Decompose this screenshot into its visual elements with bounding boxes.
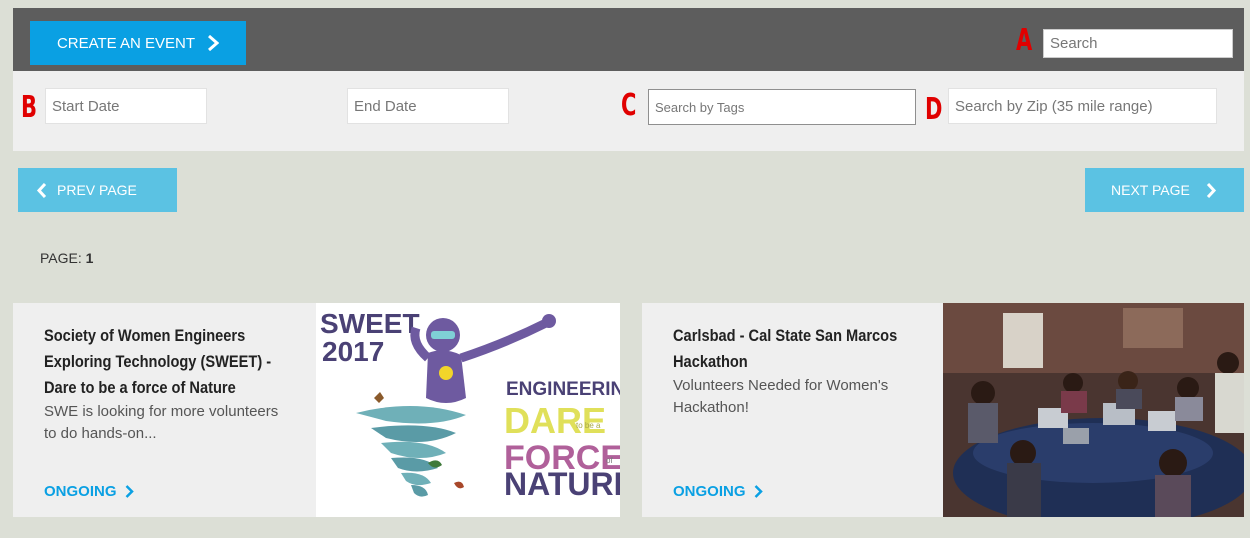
- poster-nature-text: NATURE: [504, 466, 620, 502]
- next-page-button[interactable]: NEXT PAGE: [1085, 168, 1244, 212]
- annotation-marker-b: B: [21, 90, 38, 125]
- chevron-right-icon: [754, 485, 763, 498]
- event-title[interactable]: Society of Women Engineers Exploring Tec…: [44, 323, 276, 401]
- chevron-right-icon: [1206, 182, 1216, 198]
- page-number: 1: [85, 250, 94, 266]
- page-prefix: PAGE:: [40, 250, 82, 266]
- search-input[interactable]: [1043, 29, 1233, 58]
- hackathon-photo-art: [943, 303, 1244, 517]
- event-description: SWE is looking for more volunteers to do…: [44, 403, 279, 442]
- annotation-marker-d: D: [925, 92, 943, 127]
- end-date-field[interactable]: [347, 88, 509, 124]
- event-card-text: Society of Women Engineers Exploring Tec…: [44, 323, 284, 445]
- event-card-text: Carlsbad - Cal State San Marcos Hackatho…: [673, 323, 913, 419]
- chevron-left-icon: [36, 182, 47, 198]
- start-date-field[interactable]: [45, 88, 207, 124]
- filter-bar: B C D: [13, 71, 1244, 151]
- create-event-button[interactable]: CREATE AN EVENT: [30, 21, 246, 65]
- prev-page-label: PREV PAGE: [57, 182, 137, 198]
- next-page-label: NEXT PAGE: [1111, 182, 1190, 198]
- event-status-link[interactable]: ONGOING: [673, 483, 763, 500]
- event-card[interactable]: Society of Women Engineers Exploring Tec…: [13, 303, 620, 517]
- hackathon-photo[interactable]: [943, 303, 1244, 517]
- poster-of-text: of: [606, 456, 613, 465]
- prev-page-button[interactable]: PREV PAGE: [18, 168, 177, 212]
- poster-engineering-text: ENGINEERING:: [506, 379, 620, 400]
- event-status-label: ONGOING: [44, 483, 117, 500]
- create-event-label: CREATE AN EVENT: [56, 34, 196, 52]
- event-title[interactable]: Carlsbad - Cal State San Marcos Hackatho…: [673, 323, 905, 375]
- page-indicator: PAGE: 1: [40, 250, 93, 266]
- event-status-label: ONGOING: [673, 483, 746, 500]
- poster-sweet-text: SWEET: [320, 308, 420, 339]
- sweet-poster-art: SWEET 2017 ENGINEERIN DARE to be a FORCE…: [320, 308, 620, 502]
- annotation-marker-a: A: [1016, 23, 1033, 58]
- chevron-right-icon: [125, 485, 134, 498]
- event-status-link[interactable]: ONGOING: [44, 483, 134, 500]
- top-toolbar: CREATE AN EVENT A: [13, 8, 1244, 71]
- poster-year-text: 2017: [322, 336, 384, 367]
- annotation-marker-c: C: [621, 88, 637, 123]
- chevron-right-icon: [208, 35, 220, 51]
- event-card[interactable]: Carlsbad - Cal State San Marcos Hackatho…: [642, 303, 1244, 517]
- zip-search-field[interactable]: [948, 88, 1217, 124]
- poster-tobea-text: to be a: [576, 421, 601, 430]
- tags-search-field[interactable]: [648, 89, 916, 125]
- event-description: Volunteers Needed for Women's Hackathon!: [673, 377, 889, 416]
- events-page: CREATE AN EVENT A B C D PREV PAGE NEXT P…: [13, 8, 1244, 538]
- sweet-poster-image[interactable]: SWEET 2017 ENGINEERIN DARE to be a FORCE…: [316, 303, 620, 517]
